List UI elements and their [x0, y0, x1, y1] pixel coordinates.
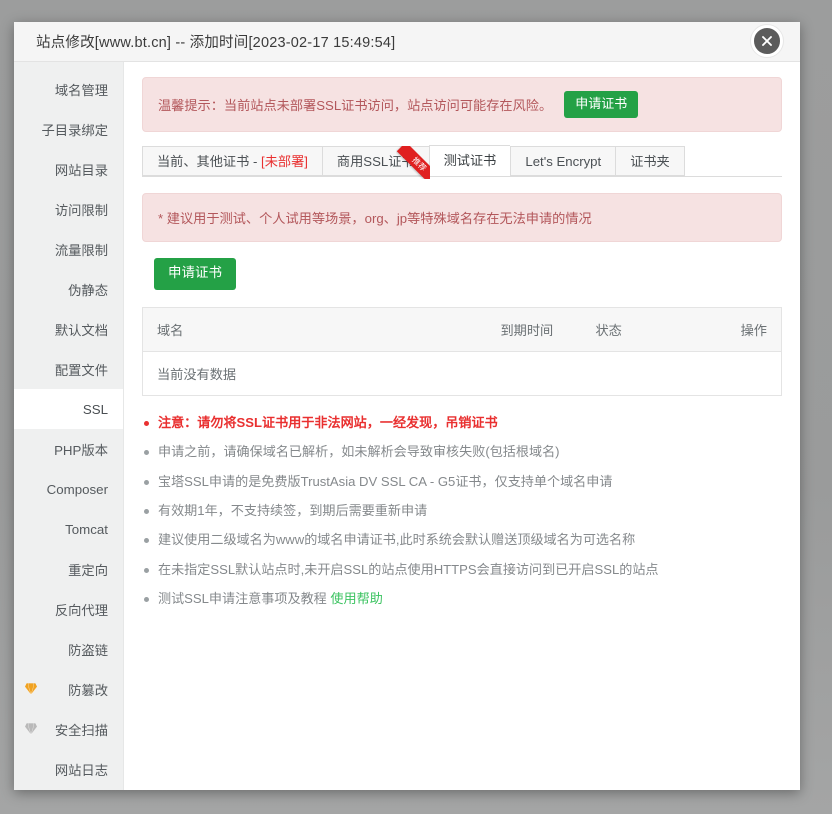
sidebar-item-4[interactable]: 流量限制	[14, 229, 123, 269]
sidebar-item-5[interactable]: 伪静态	[14, 269, 123, 309]
modal-titlebar: 站点修改[www.bt.cn] -- 添加时间[2023-02-17 15:49…	[14, 22, 800, 62]
sidebar-item-7[interactable]: 配置文件	[14, 349, 123, 389]
tab-status-label: [未部署]	[261, 154, 308, 169]
tab-label: 测试证书	[444, 153, 497, 168]
sidebar-item-label: 子目录绑定	[42, 120, 108, 139]
sidebar-item-label: SSL	[83, 402, 108, 417]
apply-certificate-button[interactable]: 申请证书	[154, 258, 236, 290]
tab-3[interactable]: Let's Encrypt	[510, 146, 615, 176]
sidebar-item-2[interactable]: 网站目录	[14, 149, 123, 189]
sidebar-item-14[interactable]: 防盗链	[14, 629, 123, 669]
ssl-notes-list: 注意：请勿将SSL证书用于非法网站，一经发现，吊销证书申请之前，请确保域名已解析…	[142, 413, 782, 609]
note-text: 申请之前，请确保域名已解析，如未解析会导致审核失败(包括根域名)	[158, 444, 560, 459]
gem-icon	[24, 723, 38, 736]
sidebar-item-label: 访问限制	[55, 200, 108, 219]
list-item: 申请之前，请确保域名已解析，如未解析会导致审核失败(包括根域名)	[142, 442, 782, 462]
tab-4[interactable]: 证书夹	[615, 146, 685, 176]
certificate-table-body: 当前没有数据	[143, 352, 782, 396]
sidebar-item-label: 网站日志	[55, 760, 108, 779]
tab-label: Let's Encrypt	[525, 154, 601, 169]
note-text: 建议使用二级域名为www的域名申请证书,此时系统会默认赠送顶级域名为可选名称	[158, 532, 635, 547]
list-item: 宝塔SSL申请的是免费版TrustAsia DV SSL CA - G5证书，仅…	[142, 472, 782, 492]
apply-row: 申请证书	[142, 258, 782, 290]
table-header-cell: 操作	[702, 308, 782, 352]
modal-body: 域名管理子目录绑定网站目录访问限制流量限制伪静态默认文档配置文件 SSL PHP版本…	[14, 62, 800, 790]
sidebar-item-17[interactable]: 网站日志	[14, 749, 123, 789]
sidebar-item-label: 安全扫描	[55, 720, 108, 739]
sidebar-item-label: 网站目录	[55, 160, 108, 179]
sidebar-item-3[interactable]: 访问限制	[14, 189, 123, 229]
ssl-panel: 温馨提示：当前站点未部署SSL证书访问，站点访问可能存在风险。 申请证书 当前、…	[124, 62, 800, 790]
list-item: 注意：请勿将SSL证书用于非法网站，一经发现，吊销证书	[142, 413, 782, 433]
apply-certificate-banner-button[interactable]: 申请证书	[564, 91, 638, 118]
table-empty-row: 当前没有数据	[143, 352, 782, 396]
note-text: 注意：请勿将SSL证书用于非法网站，一经发现，吊销证书	[158, 415, 498, 430]
note-text: 宝塔SSL申请的是免费版TrustAsia DV SSL CA - G5证书，仅…	[158, 474, 612, 489]
sidebar-item-label: 反向代理	[55, 600, 108, 619]
sidebar-item-label: 配置文件	[55, 360, 108, 379]
sidebar-item-6[interactable]: 默认文档	[14, 309, 123, 349]
sidebar-item-15[interactable]: 防篡改	[14, 669, 123, 709]
ssl-tabbar: 当前、其他证书 - [未部署]商用SSL证书推荐测试证书Let's Encryp…	[142, 146, 782, 177]
table-header-row: 域名到期时间状态操作	[143, 308, 782, 352]
note-text: 在未指定SSL默认站点时,未开启SSL的站点使用HTTPS会直接访问到已开启SS…	[158, 562, 659, 577]
sidebar-item-label: 默认文档	[55, 320, 108, 339]
gem-icon	[24, 683, 38, 696]
list-item: 建议使用二级域名为www的域名申请证书,此时系统会默认赠送顶级域名为可选名称	[142, 530, 782, 550]
gem-icon	[24, 723, 38, 736]
sidebar-item-label: 伪静态	[68, 280, 108, 299]
sidebar-item-label: 防盗链	[68, 640, 108, 659]
sidebar-item-0[interactable]: 域名管理	[14, 69, 123, 109]
test-cert-info-text: * 建议用于测试、个人试用等场景，org、jp等特殊域名存在无法申请的情况	[158, 211, 592, 226]
list-item: 在未指定SSL默认站点时,未开启SSL的站点使用HTTPS会直接访问到已开启SS…	[142, 560, 782, 580]
sidebar-item-8[interactable]: SSL	[14, 389, 123, 429]
note-text: 测试SSL申请注意事项及教程	[158, 591, 330, 606]
sidebar-item-13[interactable]: 反向代理	[14, 589, 123, 629]
gem-icon	[24, 683, 38, 696]
table-header-cell: 状态	[582, 308, 702, 352]
page-title: 站点修改[www.bt.cn] -- 添加时间[2023-02-17 15:49…	[36, 31, 395, 52]
sidebar-item-1[interactable]: 子目录绑定	[14, 109, 123, 149]
sidebar-item-12[interactable]: 重定向	[14, 549, 123, 589]
test-cert-info-banner: * 建议用于测试、个人试用等场景，org、jp等特殊域名存在无法申请的情况	[142, 193, 782, 242]
sidebar-item-label: 重定向	[68, 560, 108, 579]
help-link[interactable]: 使用帮助	[330, 591, 382, 606]
close-x-glyph	[760, 34, 774, 48]
certificate-table: 域名到期时间状态操作 当前没有数据	[142, 307, 782, 396]
sidebar-item-16[interactable]: 安全扫描	[14, 709, 123, 749]
tab-label: 商用SSL证书	[337, 154, 415, 169]
note-text: 有效期1年，不支持续签，到期后需要重新申请	[158, 503, 427, 518]
sidebar-item-11[interactable]: Tomcat	[14, 509, 123, 549]
close-icon[interactable]	[751, 25, 783, 57]
sidebar-item-10[interactable]: Composer	[14, 469, 123, 509]
tab-label: 证书夹	[630, 154, 670, 169]
list-item: 有效期1年，不支持续签，到期后需要重新申请	[142, 501, 782, 521]
sidebar-item-label: Tomcat	[65, 522, 108, 537]
sidebar-item-label: Composer	[47, 482, 108, 497]
site-edit-modal: 站点修改[www.bt.cn] -- 添加时间[2023-02-17 15:49…	[14, 22, 800, 790]
table-header-cell: 域名	[143, 308, 487, 352]
tab-label: 当前、其他证书 -	[157, 154, 261, 169]
table-empty-text: 当前没有数据	[143, 352, 782, 396]
sidebar-item-label: 流量限制	[55, 240, 108, 259]
tab-2[interactable]: 测试证书	[429, 145, 511, 176]
sidebar-item-label: 域名管理	[55, 80, 108, 99]
settings-sidebar: 域名管理子目录绑定网站目录访问限制流量限制伪静态默认文档配置文件 SSL PHP版本…	[14, 62, 124, 790]
sidebar-item-label: PHP版本	[54, 440, 108, 459]
list-item: 测试SSL申请注意事项及教程 使用帮助	[142, 589, 782, 609]
certificate-table-head: 域名到期时间状态操作	[143, 308, 782, 352]
tab-1[interactable]: 商用SSL证书推荐	[322, 146, 429, 176]
tab-0[interactable]: 当前、其他证书 - [未部署]	[142, 146, 322, 176]
table-header-cell: 到期时间	[487, 308, 582, 352]
sidebar-item-9[interactable]: PHP版本	[14, 429, 123, 469]
sidebar-item-label: 防篡改	[68, 680, 108, 699]
ssl-warning-text: 温馨提示：当前站点未部署SSL证书访问，站点访问可能存在风险。	[158, 95, 552, 114]
ssl-warning-banner: 温馨提示：当前站点未部署SSL证书访问，站点访问可能存在风险。 申请证书	[142, 77, 782, 132]
